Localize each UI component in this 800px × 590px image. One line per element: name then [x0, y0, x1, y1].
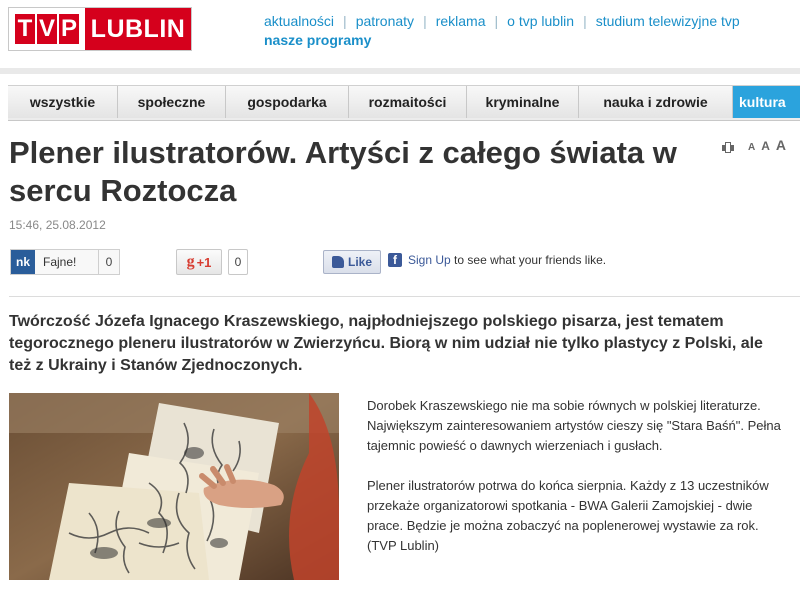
tvp-lublin-logo[interactable]: T V P LUBLIN [8, 7, 192, 51]
tab-nauka-i-zdrowie[interactable]: nauka i zdrowie [579, 86, 733, 118]
top-nav-link-studium[interactable]: studium telewizyjne tvp [596, 13, 740, 29]
facebook-signup-link[interactable]: Sign Up [408, 253, 451, 267]
top-nav-link-o-tvp-lublin[interactable]: o tvp lublin [507, 13, 574, 29]
google-plus-count: 0 [228, 249, 248, 275]
nav-separator: | [423, 13, 427, 29]
font-size-medium-button[interactable]: A [761, 139, 770, 153]
google-plus-one-button[interactable]: g +1 [176, 249, 222, 275]
article-paragraph: Dorobek Kraszewskiego nie ma sobie równy… [367, 398, 781, 453]
tab-gospodarka[interactable]: gospodarka [226, 86, 349, 118]
article-title: Plener ilustratorów. Artyści z całego św… [9, 135, 677, 208]
font-size-large-button[interactable]: A [776, 137, 786, 153]
nk-label: Fajne! [43, 255, 77, 269]
nk-icon: nk [11, 250, 35, 274]
logo-tvp: T V P [9, 8, 85, 50]
article-photo [9, 393, 339, 580]
tab-kultura[interactable]: kultura [733, 86, 800, 118]
illustration-sketches-photo [9, 393, 339, 580]
thumbs-up-icon [331, 256, 344, 268]
article-divider [9, 296, 800, 297]
logo-letter: V [37, 14, 57, 44]
article-tools: A A A [722, 137, 786, 153]
tab-kryminalne[interactable]: kryminalne [467, 86, 579, 118]
logo-city: LUBLIN [85, 8, 191, 50]
font-size-small-button[interactable]: A [748, 142, 755, 153]
nk-count: 0 [98, 250, 119, 274]
tab-spoleczne[interactable]: społeczne [118, 86, 226, 118]
facebook-icon: f [388, 253, 402, 267]
facebook-like-label: Like [347, 255, 372, 269]
article-date: 15:46, 25.08.2012 [9, 218, 106, 232]
top-nav: aktualności | patronaty | reklama | o tvp lubl… [264, 12, 800, 50]
logo-letter: T [15, 14, 35, 44]
article-paragraph: Plener ilustratorów potrwa do końca sier… [367, 478, 769, 553]
facebook-signup-text: f Sign Up to see what your friends like. [388, 253, 606, 267]
article-body: Dorobek Kraszewskiego nie ma sobie równy… [367, 396, 787, 576]
google-plus-icon: g [186, 253, 195, 270]
nav-separator: | [494, 13, 499, 29]
nav-separator: | [343, 13, 347, 29]
social-share-bar: nk Fajne! 0 g +1 0 Like f Sign Up to see… [10, 249, 800, 277]
print-icon[interactable] [722, 142, 734, 153]
article-lead: Twórczość Józefa Ignacego Kraszewskiego,… [9, 313, 763, 374]
nav-separator: | [583, 13, 587, 29]
header-divider [0, 68, 800, 74]
plus-one-label: +1 [196, 254, 212, 270]
tab-rozmaitosci[interactable]: rozmaitości [349, 86, 467, 118]
top-nav-link-patronaty[interactable]: patronaty [356, 13, 414, 29]
category-bar: wszystkie społeczne gospodarka rozmaitoś… [8, 85, 800, 121]
top-nav-link-nasze-programy[interactable]: nasze programy [264, 31, 800, 50]
logo-letter: P [59, 14, 79, 44]
facebook-like-button[interactable]: Like [323, 250, 381, 274]
facebook-signup-tail: to see what your friends like. [454, 253, 607, 267]
nk-fajne-button[interactable]: nk Fajne! 0 [10, 249, 120, 275]
top-nav-link-reklama[interactable]: reklama [436, 13, 486, 29]
top-nav-link-aktualnosci[interactable]: aktualności [264, 13, 334, 29]
tab-wszystkie[interactable]: wszystkie [8, 86, 118, 118]
